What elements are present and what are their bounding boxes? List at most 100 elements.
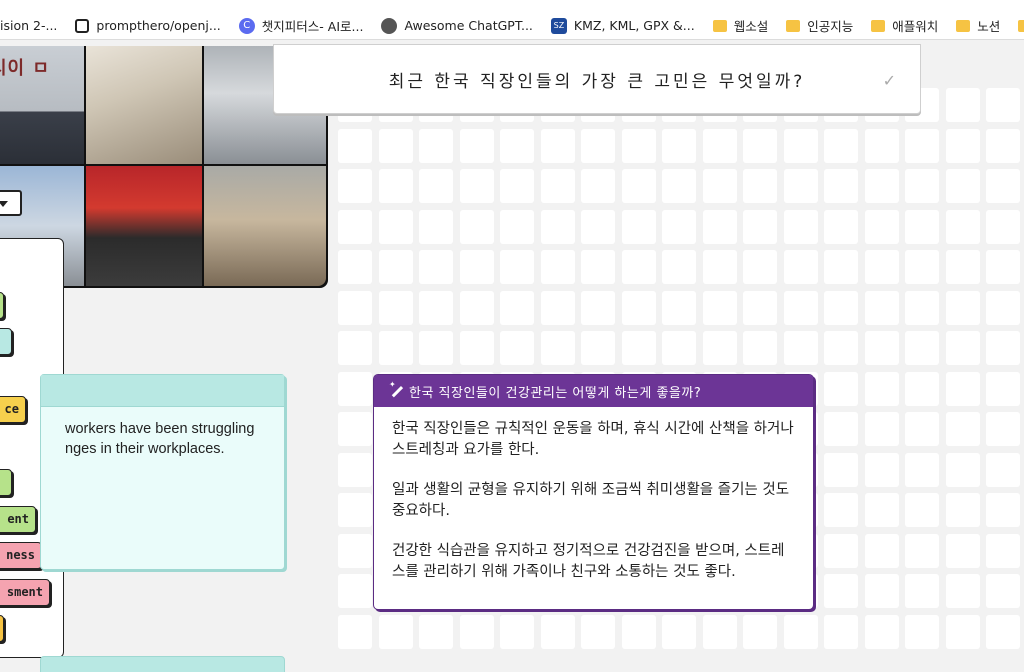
grid-tile [581,169,615,203]
bookmark-label: 애플워치 [892,19,939,34]
bookmark-folder-applewatch[interactable]: 애플워치 [871,0,939,39]
grid-tile [338,614,372,649]
grid-tile [824,371,858,406]
bookmark-label: 웹소설 [733,19,769,34]
grid-tile [702,331,737,365]
grid-tile [621,250,656,284]
grid-tile [824,533,858,568]
dropdown-toggle[interactable] [0,190,22,216]
grid-tile [945,412,980,446]
grid-tile [783,128,818,163]
grid-tile [824,290,858,325]
bookmark-2[interactable]: prompthero/openj... [75,0,221,39]
grid-tile [824,574,858,608]
bookmark-folder-ai[interactable]: 인공지능 [786,0,854,39]
grid-tile [864,493,899,527]
grid-tile [500,209,534,244]
grid-tile [338,371,372,406]
grid-tile [459,169,494,203]
photo-street-crowd: 시이 ㅁ [0,46,84,164]
grid-tile [945,169,980,203]
question-card[interactable]: 최근 한국 직장인들의 가장 큰 고민은 무엇일까? ✓ [273,44,921,114]
grid-tile [986,533,1020,568]
grid-tile [419,614,453,649]
bookmark-label: 인공지능 [807,19,854,34]
grid-tile [783,250,818,284]
photo-cleaning-worker [86,46,202,164]
answer-paragraph: 한국 직장인들은 규칙적인 운동을 하며, 휴식 시간에 산책을 하거나 스트레… [392,421,794,458]
grid-tile [419,128,453,163]
bookmark-folder-webnovel[interactable]: 웹소설 [712,0,769,39]
sz-icon: SZ [550,17,567,34]
grid-tile [378,614,413,649]
tag-chip-4[interactable] [0,469,12,496]
grid-tile [986,574,1020,608]
grid-tile [986,290,1020,325]
grid-tile [986,88,1020,122]
grid-tile [459,290,494,325]
check-icon[interactable]: ✓ [883,71,896,90]
grid-tile [945,250,980,284]
answer-card[interactable]: 한국 직장인들이 건강관리는 어떻게 하는게 좋을까? 한국 직장인들은 규칙적… [373,374,814,610]
grid-tile [662,250,696,284]
grid-tile [459,331,494,365]
grid-tile [945,290,980,325]
grid-tile [581,614,615,649]
tag-chip-6[interactable]: ness [0,542,42,569]
grid-tile [945,371,980,406]
grid-tile [824,331,858,365]
english-note-card-2[interactable] [40,656,285,672]
grid-tile [864,452,899,487]
bookmark-4[interactable]: Awesome ChatGPT... [381,0,533,39]
bookmark-5[interactable]: SZ KMZ, KML, GPX &... [550,0,695,39]
grid-tile [459,250,494,284]
tag-chip-5[interactable]: ent [0,506,36,533]
bookmark-folder-notion[interactable]: 노션 [956,0,1000,39]
grid-tile [662,128,696,163]
english-note-card[interactable]: workers have been struggling nges in the… [40,374,285,570]
grid-tile [621,128,656,163]
prompthero-icon [75,18,90,33]
grid-tile [945,88,980,122]
grid-tile [500,250,534,284]
grid-tile [905,614,939,649]
grid-tile [986,371,1020,406]
tag-chip-8[interactable] [0,615,4,642]
tag-chip-2[interactable] [0,328,12,355]
grid-tile [905,412,939,446]
grid-tile [905,331,939,365]
grid-tile [945,331,980,365]
grid-tile [824,493,858,527]
grid-tile [864,209,899,244]
grid-tile [338,493,372,527]
grid-tile [783,169,818,203]
grid-tile [378,169,413,203]
grid-tile [338,290,372,325]
grid-tile [419,209,453,244]
grid-tile [338,412,372,446]
bookmark-folder-more[interactable]: 피 [1018,0,1024,39]
grid-tile [905,452,939,487]
grid-tile [864,533,899,568]
grid-tile [621,331,656,365]
grid-tile [338,128,372,163]
grid-tile [743,209,777,244]
grid-tile [743,128,777,163]
grid-tile [986,412,1020,446]
grid-tile [945,452,980,487]
grid-tile [864,371,899,406]
tag-chip-3[interactable]: ce [0,396,26,423]
answer-card-body: 한국 직장인들은 규칙적인 운동을 하며, 휴식 시간에 산책을 하거나 스트레… [374,407,813,582]
grid-tile [945,533,980,568]
grid-tile [783,331,818,365]
folder-icon [871,19,886,32]
grid-tile [824,452,858,487]
grid-tile [824,250,858,284]
bookmark-3[interactable]: C 챗지피터스- AI로... [238,0,363,39]
tag-chip-7[interactable]: sment [0,579,50,606]
tag-chip-1[interactable] [0,292,4,319]
grid-tile [905,371,939,406]
bookmark-1[interactable]: ision 2-... [0,0,57,39]
grid-tile [581,209,615,244]
grid-tile [743,250,777,284]
